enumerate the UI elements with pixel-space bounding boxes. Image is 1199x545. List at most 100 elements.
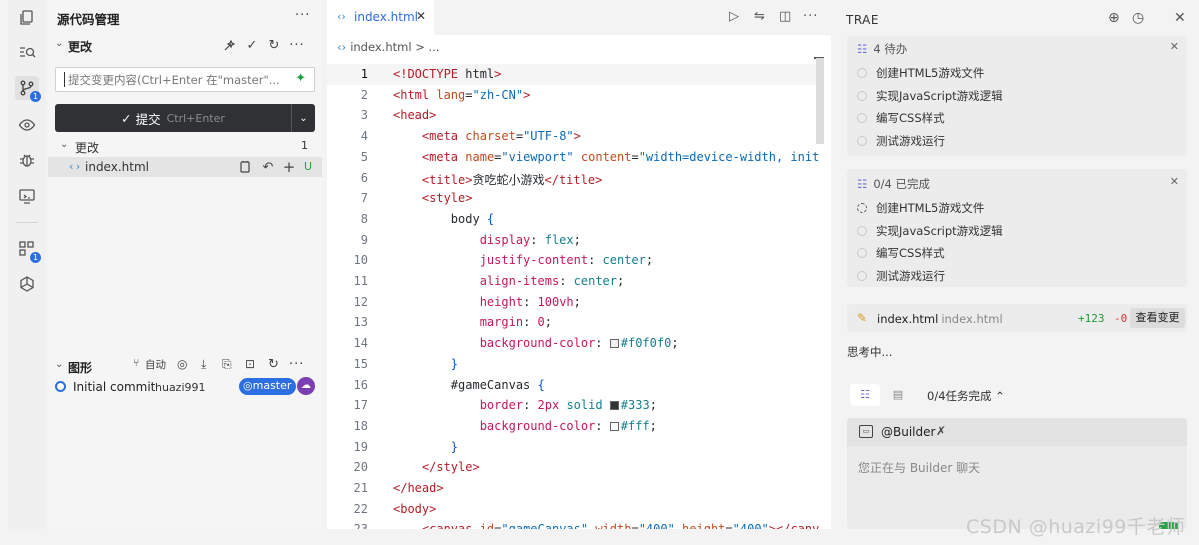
more-icon[interactable]: ···: [803, 9, 818, 24]
graph-auto-label[interactable]: 自动: [145, 357, 166, 372]
code-line[interactable]: 23 <canvas id="gameCanvas" width="400" h…: [327, 519, 823, 529]
tools-icon[interactable]: ✗: [936, 424, 946, 438]
stage-plus-icon[interactable]: +: [280, 158, 298, 176]
code-token: "UTF-8": [523, 129, 574, 144]
vertical-scrollbar[interactable]: [816, 58, 824, 144]
task-item: 创建HTML5游戏文件: [857, 65, 984, 81]
changes-count: 1: [301, 139, 308, 152]
task-progress-bar[interactable]: ☷ ▤ 0/4任务完成 ⌃: [847, 381, 1187, 409]
ai-commit-icon[interactable]: [221, 36, 239, 54]
code-line[interactable]: 7 <style>: [327, 188, 823, 209]
code-token: 0: [537, 315, 545, 330]
code-line[interactable]: 2 <html lang="zh-CN">: [327, 85, 823, 106]
more-actions-icon[interactable]: ···: [295, 8, 310, 23]
remote-cloud-icon: ☁: [297, 377, 315, 395]
task-list-toggle-icon[interactable]: ☷: [850, 384, 880, 406]
explorer-icon[interactable]: [15, 6, 39, 30]
code-line[interactable]: 5 <meta name="viewport" content="width=d…: [327, 147, 823, 168]
commit-dropdown-chevron-icon[interactable]: ⌄: [291, 104, 315, 132]
code-line[interactable]: 17 border: 2px solid #333;: [327, 395, 823, 416]
refresh-icon[interactable]: ↻: [268, 357, 279, 372]
code-token: }: [450, 439, 459, 454]
run-icon[interactable]: ▷: [729, 9, 739, 24]
code-line[interactable]: 11 align-items: center;: [327, 271, 823, 292]
code-line[interactable]: 13 margin: 0;: [327, 312, 823, 333]
collapse-icon[interactable]: ✕: [1170, 40, 1179, 53]
more-icon[interactable]: ···: [288, 36, 306, 54]
code-line[interactable]: 14 background-color: #f0f0f0;: [327, 333, 823, 354]
pull-icon[interactable]: ⎘: [222, 357, 232, 372]
search-icon[interactable]: [15, 40, 39, 64]
target-icon[interactable]: ◎: [177, 357, 187, 371]
commit-button[interactable]: ✓ 提交 Ctrl+Enter ⌄: [55, 104, 315, 132]
builder-icon: ▭: [859, 425, 873, 438]
auto-branch-icon[interactable]: ⑂: [133, 357, 139, 369]
code-line[interactable]: 9 display: flex;: [327, 230, 823, 251]
extensions-icon[interactable]: 1: [15, 237, 41, 263]
fetch-icon[interactable]: ⤓: [201, 357, 206, 372]
push-icon[interactable]: ⊡: [245, 357, 255, 371]
code-token: ;: [617, 274, 625, 288]
editor-area: ‹› index.html ✕ ▷ ⇋ ◫ ··· ‹› index.html >…: [327, 0, 831, 529]
code-token: flex: [544, 232, 574, 247]
line-number: 13: [353, 315, 368, 330]
close-tab-icon[interactable]: ✕: [416, 9, 426, 23]
commit-history-row[interactable]: Initial commit huazi991 ◎master ☁: [48, 377, 322, 397]
commit-node-icon: [55, 381, 66, 392]
text-caret: [64, 72, 65, 87]
commit-message-input[interactable]: 提交变更内容(Ctrl+Enter 在"master"... ✦: [55, 67, 315, 92]
code-line[interactable]: 21 </head>: [327, 478, 823, 499]
chat-agent-name[interactable]: @Builder: [881, 425, 935, 439]
changed-file-row[interactable]: ‹› index.html ↶ + U: [48, 157, 322, 177]
collapse-icon[interactable]: ✕: [1170, 175, 1179, 188]
document-toggle-icon[interactable]: ▤: [887, 384, 909, 406]
history-icon[interactable]: ◷: [1132, 10, 1144, 26]
changes-section-header[interactable]: ⌄ 更改 ✓ ↻ ···: [48, 35, 322, 57]
code-line[interactable]: 3 <head>: [327, 105, 823, 126]
breadcrumb[interactable]: ‹› index.html > ...: [337, 40, 439, 54]
trae-logo-icon[interactable]: [15, 272, 39, 296]
view-changes-button[interactable]: 查看变更: [1130, 308, 1185, 328]
compare-icon[interactable]: ⇋: [754, 9, 765, 24]
code-line[interactable]: 12 height: 100vh;: [327, 292, 823, 313]
source-control-icon[interactable]: 1: [15, 76, 41, 102]
task-progress-text[interactable]: 0/4任务完成 ⌃: [927, 388, 1005, 404]
close-icon[interactable]: ✕: [1174, 10, 1186, 26]
new-chat-icon[interactable]: ⊕: [1108, 10, 1120, 26]
debug-icon[interactable]: [15, 148, 39, 172]
check-icon: ✓: [121, 110, 132, 126]
code-line[interactable]: 15 }: [327, 354, 823, 375]
chat-placeholder[interactable]: 您正在与 Builder 聊天: [858, 459, 980, 476]
code-token: center: [602, 253, 646, 268]
code-line[interactable]: 16 #gameCanvas {: [327, 375, 823, 396]
code-line[interactable]: 8 body {: [327, 209, 823, 230]
code-editor[interactable]: 1 <!DOCTYPE html> 2 <html lang="zh-CN"> 3 <he…: [327, 64, 823, 529]
code-line[interactable]: 20 </style>: [327, 457, 823, 478]
refresh-icon[interactable]: ↻: [265, 36, 283, 54]
split-editor-icon[interactable]: ◫: [779, 9, 791, 24]
tab-index-html[interactable]: ‹› index.html ✕: [327, 0, 434, 35]
remote-icon[interactable]: [15, 184, 39, 208]
preview-icon[interactable]: [15, 113, 39, 137]
code-line[interactable]: 4 <meta charset="UTF-8">: [327, 126, 823, 147]
code-line[interactable]: 18 background-color: #fff;: [327, 416, 823, 437]
edit-pen-icon: ✎: [857, 311, 868, 325]
commit-button-main[interactable]: ✓ 提交 Ctrl+Enter: [55, 104, 291, 132]
file-change-card[interactable]: ✎ index.html index.html +123 -0 查看变更: [847, 304, 1187, 332]
more-icon[interactable]: ···: [289, 357, 304, 372]
code-token: :: [530, 232, 545, 247]
line-number: 11: [353, 274, 368, 288]
code-line[interactable]: 22 <body>: [327, 499, 823, 520]
check-icon[interactable]: ✓: [243, 36, 261, 54]
code-line[interactable]: 6 <title>贪吃蛇小游戏</title>: [327, 168, 823, 189]
sparkle-icon[interactable]: ✦: [295, 71, 306, 86]
open-file-icon[interactable]: [236, 158, 254, 176]
code-line[interactable]: 10 justify-content: center;: [327, 250, 823, 271]
changes-group[interactable]: ⌄ 更改 1: [48, 136, 322, 156]
code-token: "gameCanvas": [501, 522, 588, 529]
discard-icon[interactable]: ↶: [259, 158, 277, 176]
code-line[interactable]: 19 }: [327, 437, 823, 458]
task-list-icon: ☷: [857, 42, 868, 56]
code-line[interactable]: 1 <!DOCTYPE html>: [327, 64, 823, 85]
